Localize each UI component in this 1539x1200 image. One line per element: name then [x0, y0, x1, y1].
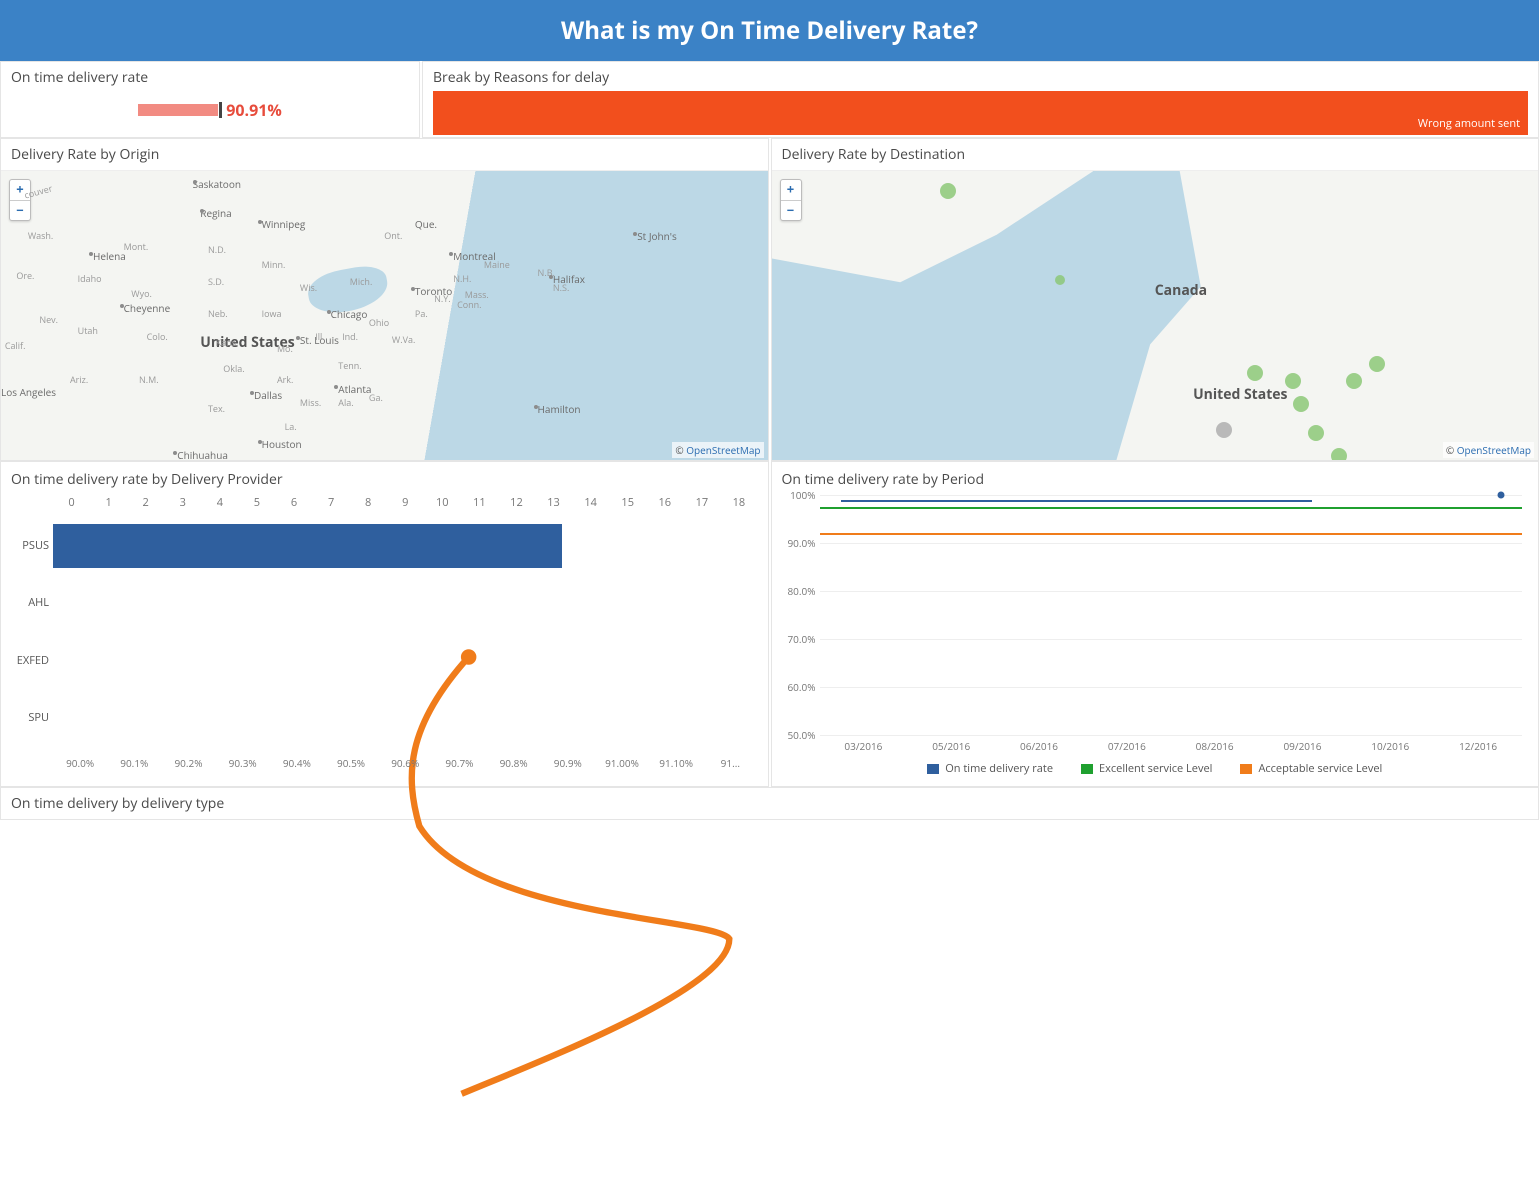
delay-bar-label: Wrong amount sent [1418, 116, 1520, 131]
y-tick: 90.0% [780, 536, 816, 550]
city-dot [250, 391, 254, 395]
city-dot [534, 405, 538, 409]
provider-row: EXFED [53, 632, 758, 689]
map-ocean-split [1, 171, 768, 460]
kpi-otd-rate-panel: On time delivery rate 90.91% [0, 61, 420, 138]
legend-item[interactable]: Acceptable service Level [1240, 761, 1382, 776]
city-dot [296, 336, 300, 340]
x-tick: 03/2016 [820, 739, 908, 753]
y-tick: 70.0% [780, 632, 816, 646]
zoom-in-button[interactable]: + [781, 180, 801, 200]
city-dot [200, 209, 204, 213]
kpi-otd-rate-title: On time delivery rate [11, 68, 409, 87]
y-tick: 100% [780, 488, 816, 502]
x-tick: 06/2016 [995, 739, 1083, 753]
map-destination-panel: Delivery Rate by Destination + − Canada … [771, 138, 1539, 461]
x-tick: 08/2016 [1171, 739, 1259, 753]
dest-dot [1247, 365, 1263, 381]
map-osm-credit[interactable]: OpenStreetMap [672, 442, 763, 458]
series-line [820, 533, 1523, 535]
legend-swatch [927, 764, 939, 774]
y-tick: 60.0% [780, 680, 816, 694]
series-line [820, 507, 1523, 509]
period-chart-title: On time delivery rate by Period [780, 466, 1531, 495]
y-tick: 80.0% [780, 584, 816, 598]
period-legend: On time delivery rate Excellent service L… [780, 753, 1531, 778]
kpi-otd-gauge: 90.91% [11, 91, 409, 133]
series-line [841, 500, 1313, 502]
dest-dot [1331, 448, 1347, 460]
provider-chart-panel: On time delivery rate by Delivery Provid… [0, 461, 769, 787]
map-origin[interactable]: + − United States Saskatoon Regina Winni… [1, 170, 768, 460]
provider-rows: PSUSAHLEXFEDSPU [53, 517, 758, 746]
city-dot [120, 304, 124, 308]
city-dot [258, 220, 262, 224]
period-chart-panel: On time delivery rate by Period 100%90.0… [771, 461, 1539, 787]
zoom-in-button[interactable]: + [10, 180, 30, 200]
map-dest-zoom: + − [780, 179, 802, 221]
provider-row: SPU [53, 689, 758, 746]
zoom-out-button[interactable]: − [10, 200, 30, 220]
kpi-delay-title: Break by Reasons for delay [433, 68, 1528, 87]
dest-dot [940, 183, 956, 199]
provider-row-label: EXFED [13, 653, 49, 668]
series-point [1497, 492, 1504, 499]
period-chart[interactable]: 100%90.0%80.0%70.0%60.0%50.0% [820, 495, 1523, 735]
provider-row-label: PSUS [13, 538, 49, 553]
provider-row: PSUS [53, 517, 758, 574]
provider-row-label: SPU [13, 710, 49, 725]
legend-swatch [1240, 764, 1252, 774]
x-tick: 10/2016 [1346, 739, 1434, 753]
map-origin-title: Delivery Rate by Origin [1, 139, 768, 170]
provider-chart-title: On time delivery rate by Delivery Provid… [9, 466, 760, 495]
map-osm-credit[interactable]: OpenStreetMap [1443, 442, 1534, 458]
x-tick: 09/2016 [1259, 739, 1347, 753]
gauge-value: 90.91% [226, 99, 282, 121]
map-destination-title: Delivery Rate by Destination [772, 139, 1539, 170]
city-dot [327, 310, 331, 314]
map-origin-zoom: + − [9, 179, 31, 221]
provider-bar[interactable] [53, 524, 562, 568]
x-tick: 12/2016 [1434, 739, 1522, 753]
x-tick: 05/2016 [907, 739, 995, 753]
legend-label: On time delivery rate [945, 761, 1053, 776]
x-tick: 07/2016 [1083, 739, 1171, 753]
period-x-axis: 03/201605/201606/201607/201608/201609/20… [820, 739, 1523, 753]
dashboard-title: What is my On Time Delivery Rate? [0, 0, 1539, 61]
provider-top-axis: 0123456789101112131415161718 [53, 495, 758, 510]
city-dot [193, 180, 197, 184]
map-destination[interactable]: + − Canada United States OpenStreetMap [772, 170, 1539, 460]
y-tick: 50.0% [780, 728, 816, 742]
delivery-type-title: On time delivery by delivery type [0, 787, 1539, 820]
legend-label: Acceptable service Level [1258, 761, 1382, 776]
city-dot [411, 287, 415, 291]
map-origin-panel: Delivery Rate by Origin + − United State… [0, 138, 769, 461]
legend-swatch [1081, 764, 1093, 774]
delay-bar[interactable]: Wrong amount sent [433, 91, 1528, 135]
gauge-bar [138, 104, 218, 116]
legend-item[interactable]: On time delivery rate [927, 761, 1053, 776]
legend-label: Excellent service Level [1099, 761, 1212, 776]
provider-chart[interactable]: 0123456789101112131415161718 PSUSAHLEXFE… [9, 495, 760, 770]
provider-row: AHL [53, 574, 758, 631]
legend-item[interactable]: Excellent service Level [1081, 761, 1212, 776]
city-dot [258, 440, 262, 444]
provider-row-label: AHL [13, 595, 49, 610]
provider-bottom-axis: 90.0%90.1%90.2%90.3%90.4%90.5%90.6%90.7%… [53, 756, 758, 770]
zoom-out-button[interactable]: − [781, 200, 801, 220]
kpi-delay-panel: Break by Reasons for delay Wrong amount … [422, 61, 1539, 138]
